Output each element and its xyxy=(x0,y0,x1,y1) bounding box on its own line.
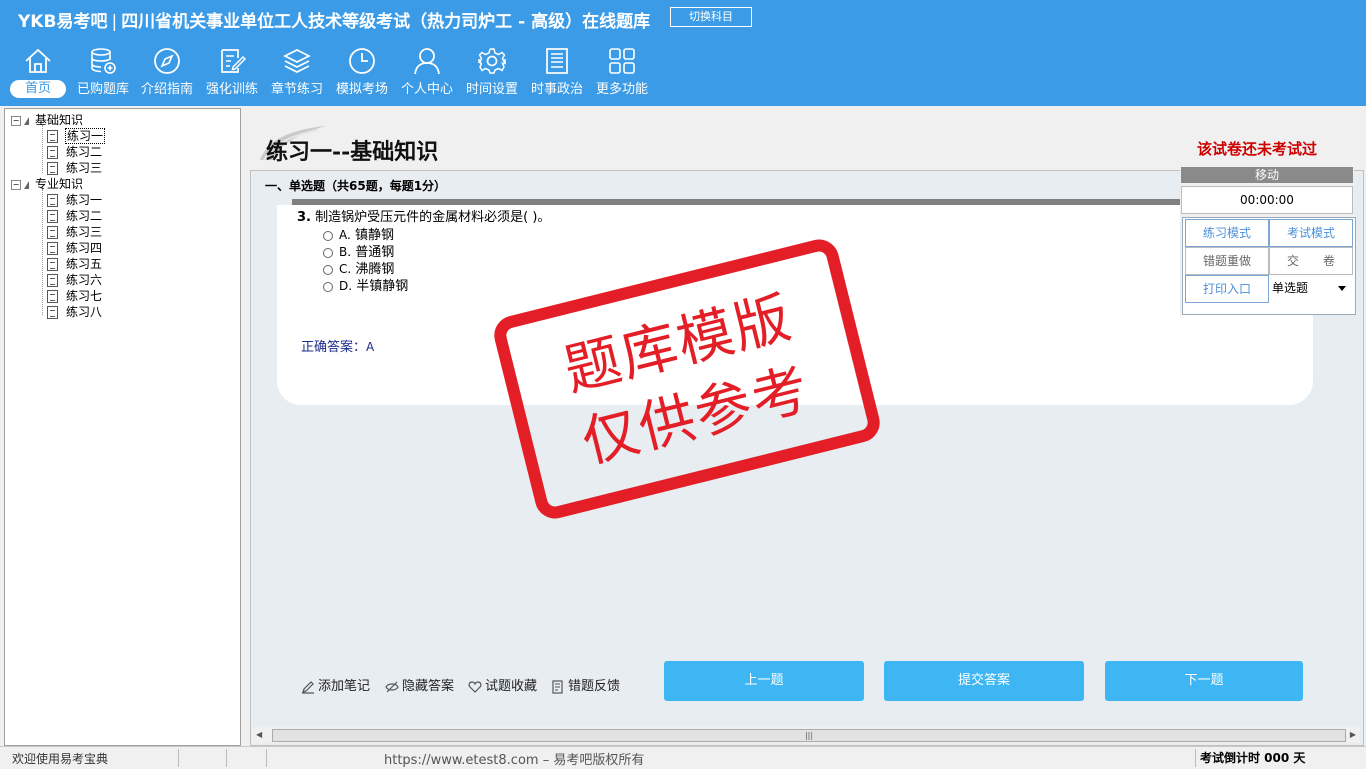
exam-countdown: 考试倒计时 000 天 xyxy=(1200,751,1306,765)
radio-icon[interactable] xyxy=(323,247,333,258)
hide-answer-button[interactable]: 隐藏答案 xyxy=(385,675,454,694)
radio-icon[interactable] xyxy=(323,230,333,241)
status-divider xyxy=(226,749,227,767)
nav-personal[interactable]: 个人中心 xyxy=(395,46,459,104)
tree-item[interactable]: 练习三 xyxy=(47,224,102,240)
next-question-button[interactable]: 下一题 xyxy=(1105,661,1303,701)
nav-chapters[interactable]: 章节练习 xyxy=(265,46,329,104)
practice-mode-button[interactable]: 练习模式 xyxy=(1185,219,1269,247)
collapse-icon[interactable]: − xyxy=(11,115,21,126)
add-note-button[interactable]: 添加笔记 xyxy=(301,675,370,694)
feedback-button[interactable]: 错题反馈 xyxy=(551,675,620,694)
document-icon xyxy=(47,290,58,303)
section-header: 一、单选题（共65题，每题1分） xyxy=(265,179,447,193)
layers-icon xyxy=(283,49,311,73)
correct-answer: 正确答案：A xyxy=(301,340,375,355)
nav-guide[interactable]: 介绍指南 xyxy=(135,46,199,104)
exam-timer: 00:00:00 xyxy=(1181,186,1353,214)
feedback-icon xyxy=(552,679,563,694)
document-icon xyxy=(47,146,58,159)
print-entry-button[interactable]: 打印入口 xyxy=(1185,275,1269,303)
tree-item[interactable]: 练习三 xyxy=(47,160,102,176)
option-d[interactable]: D. 半镇静钢 xyxy=(323,275,408,294)
pencil-icon xyxy=(302,680,314,694)
nav-purchased[interactable]: 已购题库 xyxy=(71,46,135,104)
nav-training[interactable]: 强化训练 xyxy=(200,46,264,104)
chevron-down-icon xyxy=(1338,286,1346,291)
welcome-text: 欢迎使用易考宝典 xyxy=(12,752,109,766)
status-divider xyxy=(178,749,179,767)
nav-time-settings[interactable]: 时间设置 xyxy=(460,46,524,104)
panel-move-handle[interactable]: 移动 xyxy=(1181,167,1353,183)
nav-current-affairs[interactable]: 时事政治 xyxy=(525,46,589,104)
document-icon xyxy=(47,130,58,143)
status-divider xyxy=(266,749,267,767)
document-icon xyxy=(47,306,58,319)
tree-item[interactable]: 练习一 xyxy=(47,128,106,144)
tree-guide xyxy=(42,125,43,173)
folder-icon xyxy=(24,180,29,189)
tree-item[interactable]: 练习四 xyxy=(47,240,102,256)
exam-mode-button[interactable]: 考试模式 xyxy=(1269,219,1353,247)
radio-icon[interactable] xyxy=(323,281,333,292)
favorite-button[interactable]: 试题收藏 xyxy=(468,675,537,694)
horizontal-scrollbar[interactable]: ◀ ||| ▶ xyxy=(252,727,1360,743)
home-icon xyxy=(25,48,51,73)
tree-group-professional[interactable]: − 专业知识 xyxy=(11,176,83,192)
question-text: 3. 制造锅炉受压元件的金属材料必须是( )。 xyxy=(297,210,551,225)
tree-item[interactable]: 练习八 xyxy=(47,304,102,320)
page-title: 练习一--基础知识 xyxy=(266,139,439,165)
question-type-select[interactable]: 单选题 xyxy=(1268,276,1352,300)
nav-mock-exam[interactable]: 模拟考场 xyxy=(330,46,394,104)
copyright-text: https://www.etest8.com – 易考吧版权所有 xyxy=(384,753,645,768)
prev-question-button[interactable]: 上一题 xyxy=(664,661,864,701)
database-icon xyxy=(91,48,116,74)
status-bar xyxy=(0,746,1366,769)
news-icon xyxy=(546,48,568,74)
app-title: YKB易考吧 | 四川省机关事业单位工人技术等级考试（热力司炉工 - 高级）在线题库 xyxy=(18,12,651,32)
tree-item[interactable]: 练习一 xyxy=(47,192,102,208)
folder-icon xyxy=(24,116,29,125)
heart-icon xyxy=(468,680,482,693)
collapse-icon[interactable]: − xyxy=(11,179,21,190)
tree-group-basic[interactable]: − 基础知识 xyxy=(11,112,83,128)
chapter-tree: − 基础知识 练习一 练习二 练习三 − 专业知识 练习一 练习二 练习三 练习四 … xyxy=(4,108,241,746)
switch-subject-button[interactable]: 切换科目 xyxy=(670,7,752,27)
compass-icon xyxy=(154,48,180,74)
status-divider xyxy=(1195,749,1196,767)
logo: YKB易考吧 xyxy=(18,12,108,32)
eye-off-icon xyxy=(385,681,399,692)
tree-item[interactable]: 练习二 xyxy=(47,144,102,160)
scroll-left-icon[interactable]: ◀ xyxy=(256,730,262,739)
document-icon xyxy=(47,210,58,223)
exam-title: 四川省机关事业单位工人技术等级考试（热力司炉工 - 高级）在线题库 xyxy=(121,12,651,32)
document-icon xyxy=(47,162,58,175)
document-icon xyxy=(47,226,58,239)
document-icon xyxy=(47,242,58,255)
document-icon xyxy=(47,194,58,207)
document-icon xyxy=(47,274,58,287)
gear-icon xyxy=(478,48,506,74)
redo-wrong-button[interactable]: 错题重做 xyxy=(1185,247,1269,275)
tree-item[interactable]: 练习二 xyxy=(47,208,102,224)
nav-more[interactable]: 更多功能 xyxy=(590,46,654,104)
tree-item[interactable]: 练习六 xyxy=(47,272,102,288)
tree-item[interactable]: 练习七 xyxy=(47,288,102,304)
grid-icon xyxy=(609,48,635,74)
nav-home[interactable]: 首页 xyxy=(6,46,70,104)
scroll-right-icon[interactable]: ▶ xyxy=(1350,730,1356,739)
edit-icon xyxy=(221,49,247,73)
tree-item[interactable]: 练习五 xyxy=(47,256,102,272)
radio-icon[interactable] xyxy=(323,264,333,275)
tree-guide xyxy=(42,189,43,315)
clock-icon xyxy=(349,48,375,74)
document-icon xyxy=(47,258,58,271)
submit-paper-button[interactable]: 交 卷 xyxy=(1269,247,1353,275)
exam-status-text: 该试卷还未考试过 xyxy=(1197,140,1318,158)
scrollbar-thumb[interactable]: ||| xyxy=(272,729,1346,742)
submit-answer-button[interactable]: 提交答案 xyxy=(884,661,1084,701)
user-icon xyxy=(414,48,440,75)
